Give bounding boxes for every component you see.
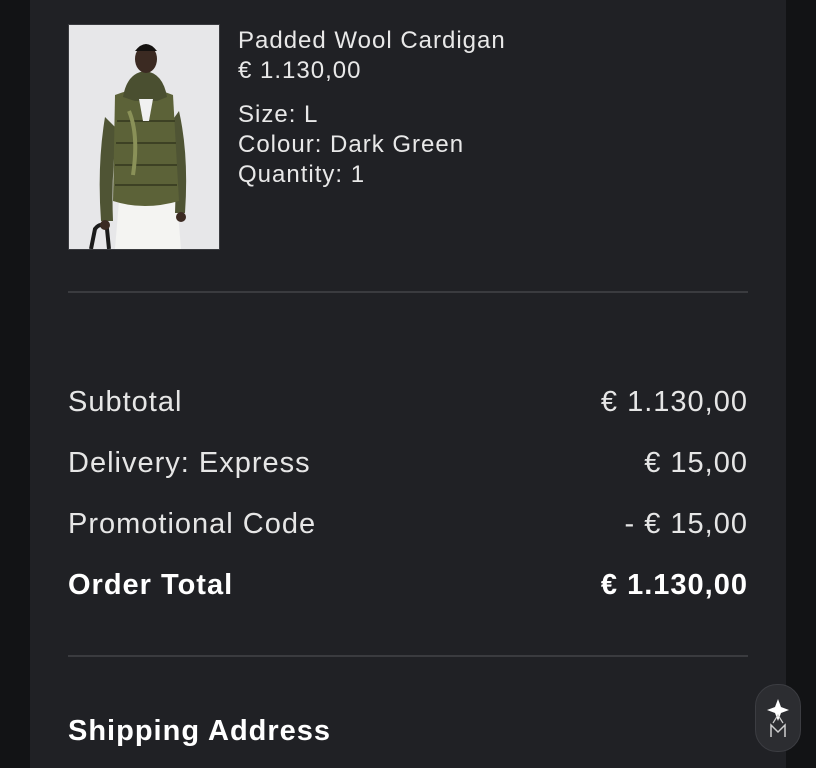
- divider: [68, 291, 748, 293]
- summary-row-delivery: Delivery: Express € 15,00: [68, 433, 748, 494]
- product-photo: [69, 25, 219, 249]
- order-summary-panel: Padded Wool Cardigan € 1.130,00 Size: L …: [30, 0, 786, 768]
- summary-row-promo: Promotional Code - € 15,00: [68, 494, 748, 555]
- assistant-button[interactable]: [755, 684, 801, 752]
- product-image: [68, 24, 220, 250]
- promo-value: - € 15,00: [624, 508, 748, 540]
- product-quantity: Quantity: 1: [238, 161, 366, 188]
- order-total-label: Order Total: [68, 569, 234, 601]
- product-info: Padded Wool Cardigan € 1.130,00 Size: L …: [238, 26, 506, 190]
- delivery-label: Delivery: Express: [68, 447, 311, 479]
- promo-label: Promotional Code: [68, 508, 317, 540]
- shipping-address-heading: Shipping Address: [68, 715, 332, 747]
- subtotal-label: Subtotal: [68, 386, 183, 418]
- divider: [68, 655, 748, 657]
- brand-assistant-icon: [767, 699, 789, 737]
- product-name[interactable]: Padded Wool Cardigan: [238, 26, 506, 56]
- product-size: Size: L: [238, 101, 319, 128]
- order-summary: Subtotal € 1.130,00 Delivery: Express € …: [68, 372, 748, 616]
- product-price: € 1.130,00: [238, 57, 362, 84]
- order-total-value: € 1.130,00: [600, 569, 748, 601]
- subtotal-value: € 1.130,00: [600, 386, 748, 418]
- summary-row-total: Order Total € 1.130,00: [68, 555, 748, 616]
- product-colour: Colour: Dark Green: [238, 131, 465, 158]
- delivery-value: € 15,00: [644, 447, 748, 479]
- summary-row-subtotal: Subtotal € 1.130,00: [68, 372, 748, 433]
- cart-item: Padded Wool Cardigan € 1.130,00 Size: L …: [68, 24, 748, 250]
